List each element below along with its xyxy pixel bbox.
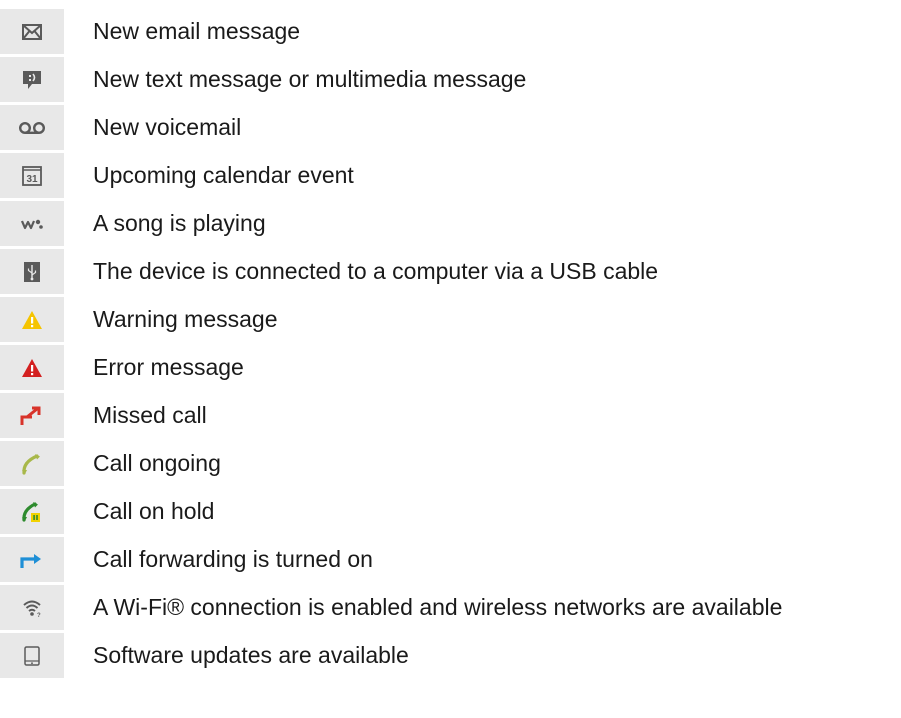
icon-cell bbox=[0, 249, 64, 294]
list-item: Call on hold bbox=[0, 489, 901, 534]
item-label: Call on hold bbox=[93, 498, 215, 524]
icon-cell bbox=[0, 201, 64, 246]
status-icon-list: New email message New text message or mu… bbox=[0, 9, 901, 681]
list-item: A song is playing bbox=[0, 201, 901, 246]
list-item: Software updates are available bbox=[0, 633, 901, 678]
svg-text:?: ? bbox=[37, 613, 41, 618]
icon-cell bbox=[0, 105, 64, 150]
item-label: Call forwarding is turned on bbox=[93, 546, 373, 572]
usb-icon bbox=[24, 261, 40, 282]
item-label: New text message or multimedia message bbox=[93, 66, 527, 92]
text-message-icon bbox=[22, 70, 42, 90]
software-update-icon bbox=[24, 645, 40, 666]
missed-call-icon bbox=[20, 406, 44, 426]
list-item: Call ongoing bbox=[0, 441, 901, 486]
walkman-icon bbox=[21, 218, 43, 230]
item-label: Upcoming calendar event bbox=[93, 162, 354, 188]
call-ongoing-icon bbox=[21, 453, 43, 475]
item-label: Missed call bbox=[93, 402, 207, 428]
icon-cell bbox=[0, 441, 64, 486]
list-item: New email message bbox=[0, 9, 901, 54]
icon-cell bbox=[0, 9, 64, 54]
error-icon bbox=[21, 358, 43, 378]
item-label: Call ongoing bbox=[93, 450, 221, 476]
icon-cell bbox=[0, 393, 64, 438]
list-item: New voicemail bbox=[0, 105, 901, 150]
icon-cell bbox=[0, 489, 64, 534]
item-label: A Wi-Fi® connection is enabled and wirel… bbox=[93, 594, 783, 620]
item-label: A song is playing bbox=[93, 210, 266, 236]
list-item: Missed call bbox=[0, 393, 901, 438]
email-icon bbox=[22, 23, 42, 40]
icon-cell: ? bbox=[0, 585, 64, 630]
item-label: Error message bbox=[93, 354, 244, 380]
item-label: The device is connected to a computer vi… bbox=[93, 258, 659, 284]
item-label: Warning message bbox=[93, 306, 278, 332]
call-on-hold-icon bbox=[21, 501, 43, 523]
list-item: 31 Upcoming calendar event bbox=[0, 153, 901, 198]
list-item: ? A Wi-Fi® connection is enabled and wir… bbox=[0, 585, 901, 630]
list-item: Warning message bbox=[0, 297, 901, 342]
call-forwarding-icon bbox=[20, 551, 44, 569]
item-label: Software updates are available bbox=[93, 642, 409, 668]
list-item: Call forwarding is turned on bbox=[0, 537, 901, 582]
list-item: Error message bbox=[0, 345, 901, 390]
icon-cell bbox=[0, 633, 64, 678]
icon-cell: 31 bbox=[0, 153, 64, 198]
icon-cell bbox=[0, 345, 64, 390]
calendar-date-text: 31 bbox=[26, 174, 38, 185]
icon-cell bbox=[0, 297, 64, 342]
warning-icon bbox=[21, 310, 43, 330]
list-item: The device is connected to a computer vi… bbox=[0, 249, 901, 294]
item-label: New voicemail bbox=[93, 114, 242, 140]
voicemail-icon bbox=[18, 121, 46, 135]
wifi-icon: ? bbox=[22, 598, 42, 618]
item-label: New email message bbox=[93, 18, 301, 44]
list-item: New text message or multimedia message bbox=[0, 57, 901, 102]
icon-cell bbox=[0, 57, 64, 102]
calendar-icon: 31 bbox=[22, 165, 42, 186]
icon-cell bbox=[0, 537, 64, 582]
